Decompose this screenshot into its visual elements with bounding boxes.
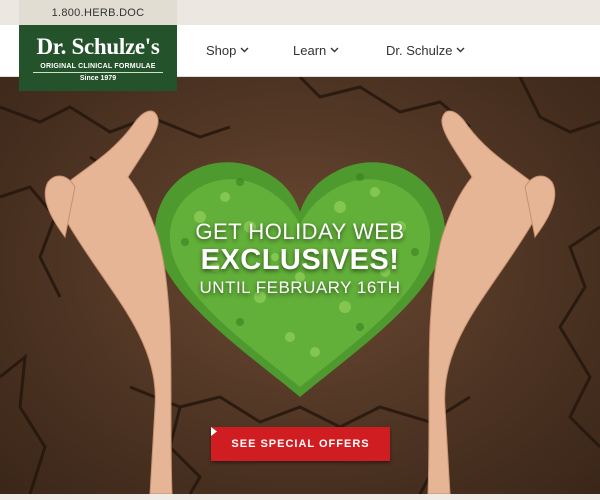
brand-logo[interactable]: Dr. Schulze's ORIGINAL CLINICAL FORMULAE… (19, 25, 177, 91)
hero-banner[interactable]: GET HOLIDAY WEB EXCLUSIVES! UNTIL FEBRUA… (0, 77, 600, 494)
logo-since: Since 1979 (79, 75, 117, 82)
nav-item-dr-schulze[interactable]: Dr. Schulze (386, 25, 465, 75)
page-bottom-strip (0, 494, 600, 500)
chevron-down-icon (240, 47, 249, 53)
logo-name: Dr. Schulze's (36, 34, 160, 59)
caret-right-icon (211, 427, 217, 436)
hero-headline-line2: EXCLUSIVES! (200, 244, 400, 276)
nav-item-learn[interactable]: Learn (293, 25, 339, 75)
nav-item-shop[interactable]: Shop (206, 25, 249, 75)
left-hand (44, 110, 173, 494)
logo-tagline: ORIGINAL CLINICAL FORMULAE (40, 63, 156, 70)
top-bar: 1.800.HERB.DOC (0, 0, 600, 25)
nav-item-label: Shop (206, 42, 237, 58)
chevron-down-icon (330, 47, 339, 53)
right-hand (427, 110, 556, 494)
chevron-down-icon (456, 47, 465, 53)
hero-headline-line1: GET HOLIDAY WEB (195, 219, 405, 244)
logo-divider (33, 72, 163, 73)
hero-headline-line3: UNTIL FEBRUARY 16TH (199, 278, 401, 297)
nav-item-label: Learn (293, 42, 327, 58)
nav-item-label: Dr. Schulze (386, 42, 453, 58)
see-special-offers-button[interactable]: SEE SPECIAL OFFERS (211, 427, 390, 461)
phone-number[interactable]: 1.800.HERB.DOC (19, 0, 177, 25)
cta-label: SEE SPECIAL OFFERS (231, 438, 370, 450)
